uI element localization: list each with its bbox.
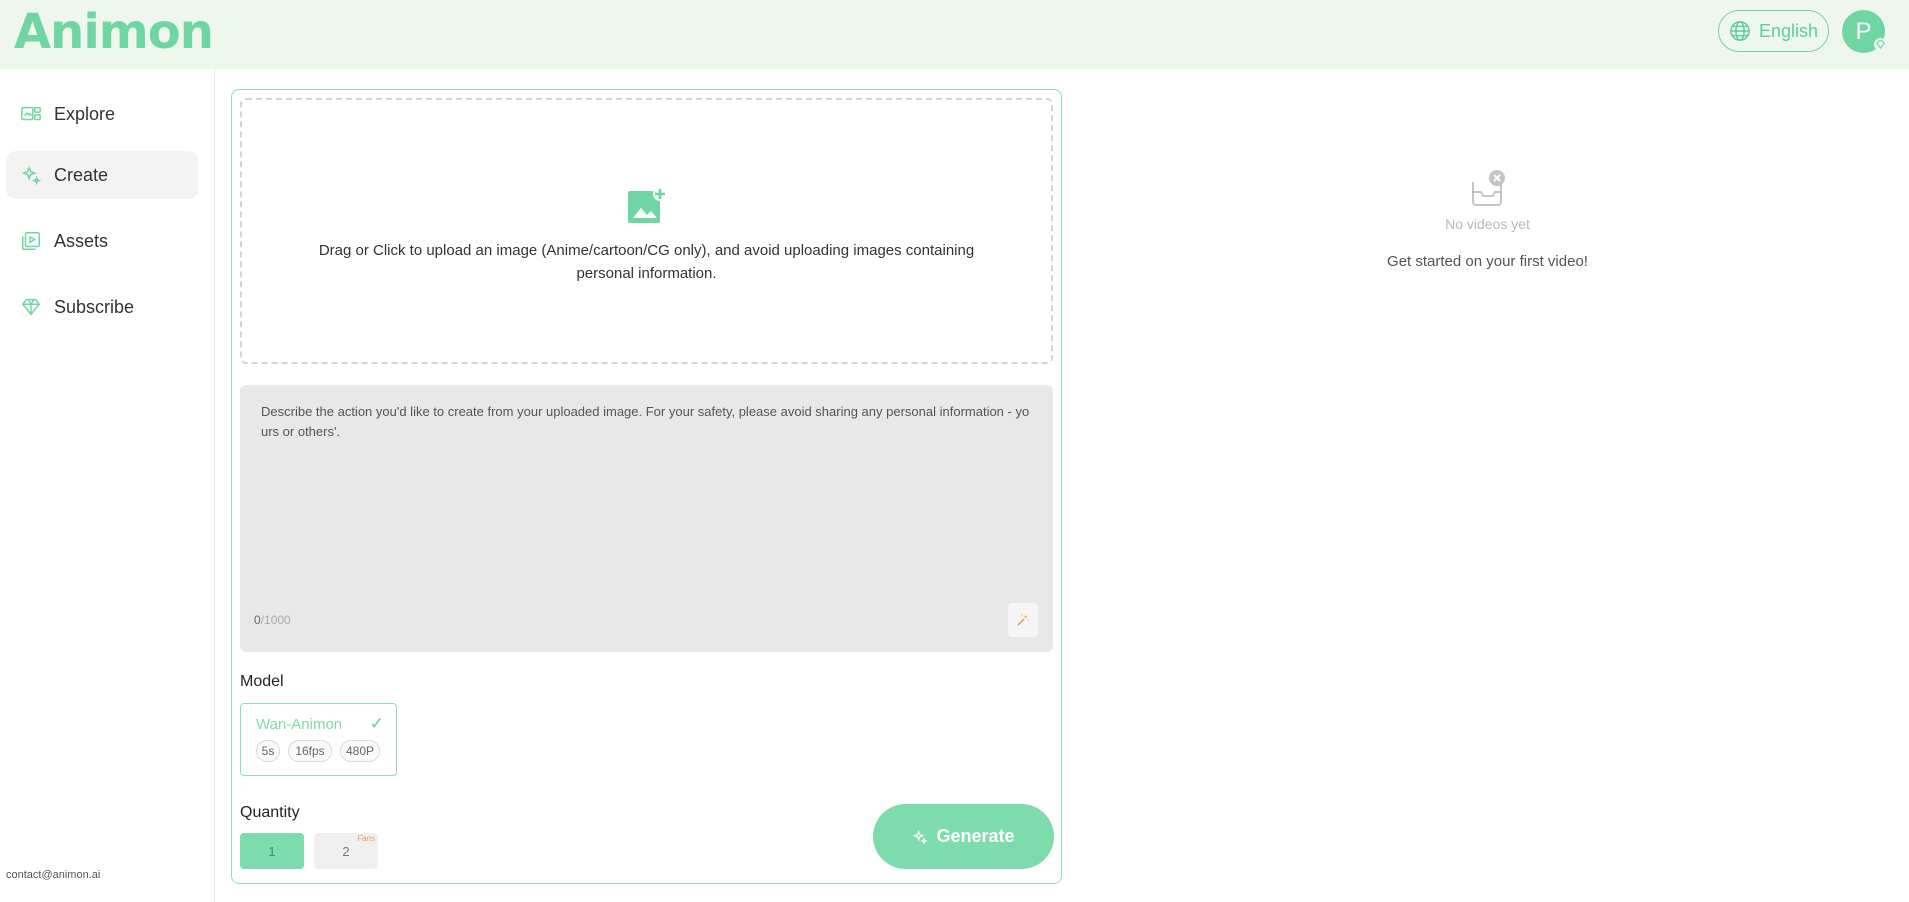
empty-state: No videos yet Get started on your first … xyxy=(1350,168,1625,270)
sidebar-item-subscribe[interactable]: Subscribe xyxy=(6,283,198,331)
sidebar-item-assets[interactable]: Assets xyxy=(6,217,198,265)
upload-instructions: Drag or Click to upload an image (Anime/… xyxy=(318,242,975,282)
model-name: Wan-Animon xyxy=(256,716,343,733)
add-image-icon xyxy=(627,187,667,223)
sidebar-item-explore[interactable]: Explore xyxy=(6,90,198,138)
sidebar-item-label: Create xyxy=(54,164,109,185)
contact-email[interactable]: contact@animon.ai xyxy=(6,869,100,881)
sparkle-icon xyxy=(21,165,42,186)
model-label: Model xyxy=(240,673,284,690)
character-count: 0 xyxy=(254,613,261,627)
assets-icon xyxy=(22,232,40,250)
sidebar-item-label: Explore xyxy=(54,103,116,124)
quantity-value: 2 xyxy=(342,843,350,859)
character-max: /1000 xyxy=(260,613,291,627)
sparkle-icon xyxy=(913,829,929,845)
model-tag-resolution: 480P xyxy=(340,740,380,762)
language-button[interactable]: English xyxy=(1718,10,1829,52)
empty-state-title: No videos yet xyxy=(1445,216,1530,232)
generate-button[interactable]: Generate xyxy=(873,804,1054,869)
globe-icon xyxy=(1730,21,1750,41)
quantity-option-2[interactable]: 2 Fans xyxy=(314,833,378,869)
fans-badge: Fans xyxy=(357,834,375,843)
quantity-label: Quantity xyxy=(240,804,300,821)
empty-state-subtitle: Get started on your first video! xyxy=(1387,253,1588,270)
sidebar-item-label: Subscribe xyxy=(54,296,135,317)
sidebar-item-label: Assets xyxy=(54,230,109,251)
model-tag-duration: 5s xyxy=(256,740,280,762)
empty-inbox-icon xyxy=(1471,170,1505,206)
prompt-placeholder: Describe the action you'd like to create… xyxy=(261,404,1030,439)
character-counter: 0/1000 xyxy=(254,613,291,627)
animon-logo[interactable]: Animon xyxy=(14,4,214,60)
generate-label: Generate xyxy=(936,826,1015,846)
diamond-icon xyxy=(21,298,41,316)
quantity-value: 1 xyxy=(268,843,276,859)
avatar-initial: P xyxy=(1855,17,1872,45)
sidebar-item-create[interactable]: Create xyxy=(6,151,198,199)
top-header: Animon English P xyxy=(0,0,1909,69)
sidebar: Explore Create Assets Subscribe contact@… xyxy=(0,69,215,902)
image-upload-dropzone[interactable]: Drag or Click to upload an image (Anime/… xyxy=(240,98,1053,364)
explore-icon xyxy=(21,106,41,121)
prompt-textarea[interactable]: Describe the action you'd like to create… xyxy=(240,385,1053,652)
check-icon: ✓ xyxy=(369,714,384,733)
user-avatar[interactable]: P xyxy=(1842,10,1887,53)
model-option-wan-animon[interactable]: Wan-Animon ✓ 5s 16fps 480P xyxy=(240,703,397,776)
diamond-badge-icon xyxy=(1874,38,1887,51)
quantity-option-1[interactable]: 1 xyxy=(240,833,304,869)
create-panel: Drag or Click to upload an image (Anime/… xyxy=(231,89,1062,884)
magic-wand-icon xyxy=(1017,613,1030,626)
model-tag-fps: 16fps xyxy=(288,740,332,762)
magic-enhance-button[interactable] xyxy=(1008,603,1038,637)
language-label: English xyxy=(1758,20,1819,41)
